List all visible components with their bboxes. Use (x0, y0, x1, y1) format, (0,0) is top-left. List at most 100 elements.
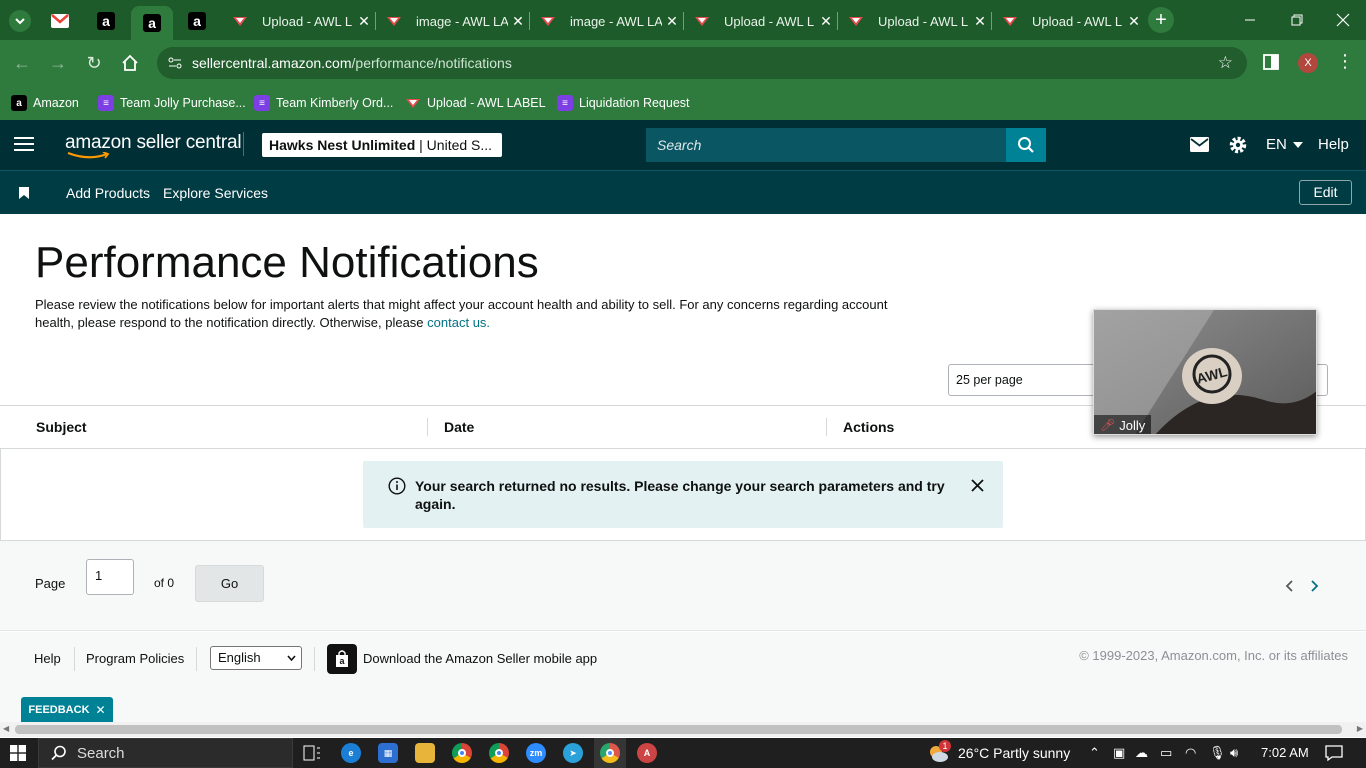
address-bar[interactable]: sellercentral.amazon.com/performance/not… (157, 47, 1247, 79)
bookmark-upload-awl[interactable]: Upload - AWL LABEL (405, 93, 546, 113)
pinned-tab-gmail[interactable] (40, 8, 80, 34)
chevron-up-icon[interactable]: ⌃ (1089, 745, 1100, 761)
tab-image-2[interactable]: image - AWL LA ✕ (530, 6, 682, 36)
close-icon[interactable]: ✕ (508, 13, 528, 30)
messages-button[interactable] (1190, 137, 1209, 157)
search-input[interactable]: Search (646, 128, 1006, 162)
start-button[interactable] (10, 745, 26, 766)
back-button[interactable]: ← (10, 51, 34, 75)
close-icon[interactable] (971, 479, 984, 492)
footer-program-policies-link[interactable]: Program Policies (86, 651, 184, 666)
tab-title: Upload - AWL L (878, 13, 969, 29)
hamburger-menu-button[interactable] (14, 136, 34, 157)
bookmark-amazon[interactable]: a Amazon (11, 93, 79, 113)
column-subject[interactable]: Subject (36, 419, 87, 435)
cloud-icon[interactable]: ☁ (1135, 745, 1148, 761)
nav-add-products[interactable]: Add Products (66, 185, 150, 201)
help-link[interactable]: Help (1318, 136, 1349, 153)
pinned-tab-amazon-2[interactable]: a (177, 8, 217, 34)
notifications-button[interactable] (1325, 744, 1343, 767)
tab-upload-1[interactable]: Upload - AWL L ✕ (222, 6, 374, 36)
store-icon[interactable]: ▦ (378, 743, 398, 763)
close-icon[interactable]: ✕ (354, 13, 374, 30)
amazon-smile-icon (67, 152, 110, 159)
close-window-button[interactable] (1333, 10, 1353, 30)
new-tab-button[interactable]: + (1148, 7, 1174, 33)
go-button[interactable]: Go (195, 565, 264, 602)
account-switcher[interactable]: Hawks Nest Unlimited | United S... (262, 133, 502, 157)
forward-button[interactable]: → (46, 51, 70, 75)
search-button[interactable] (1006, 128, 1046, 162)
scrollbar-thumb[interactable] (15, 725, 1342, 734)
tab-upload-3[interactable]: Upload - AWL L ✕ (838, 6, 990, 36)
star-icon[interactable]: ☆ (1218, 53, 1233, 73)
awl-app-icon[interactable]: A (637, 743, 657, 763)
column-date[interactable]: Date (444, 419, 474, 435)
pinned-tab-amazon-1[interactable]: a (86, 8, 126, 34)
home-button[interactable] (118, 51, 142, 75)
footer-app-link[interactable]: Download the Amazon Seller mobile app (363, 651, 597, 666)
file-explorer-icon[interactable] (415, 743, 435, 763)
weather-text[interactable]: 26°C Partly sunny (958, 745, 1070, 761)
chrome-icon[interactable] (452, 743, 472, 763)
bookmark-nav-button[interactable] (19, 186, 29, 204)
page-label: Page (35, 576, 66, 591)
restore-button[interactable] (1287, 10, 1307, 30)
reload-button[interactable]: ↻ (82, 51, 106, 75)
close-icon[interactable]: ✕ (970, 13, 990, 30)
battery-icon[interactable]: ▭ (1160, 745, 1172, 761)
feedback-tab[interactable]: FEEDBACK ✕ (21, 697, 113, 722)
taskbar-search[interactable]: Search (38, 738, 293, 768)
telegram-icon[interactable]: ➤ (563, 743, 583, 763)
browser-menu-button[interactable]: ⋮ (1336, 52, 1354, 70)
volume-icon[interactable]: 🔊︎ (1230, 745, 1238, 761)
scroll-left-icon[interactable]: ◀ (3, 724, 9, 733)
video-call-tile[interactable]: AWL 🎤︎ Jolly (1093, 309, 1317, 435)
footer-language-select[interactable]: English (210, 646, 302, 670)
tab-upload-4[interactable]: Upload - AWL L ✕ (992, 6, 1144, 36)
task-view-icon[interactable] (302, 743, 322, 763)
contact-us-link[interactable]: contact us. (427, 315, 490, 330)
close-icon[interactable]: ✕ (662, 13, 682, 30)
language-selector[interactable]: EN (1266, 136, 1303, 153)
close-icon[interactable]: ✕ (1124, 13, 1144, 30)
scroll-right-icon[interactable]: ▶ (1357, 724, 1363, 733)
caret-down-icon (1292, 141, 1303, 148)
zoom-icon[interactable]: zm (526, 743, 546, 763)
camera-icon[interactable]: ▣ (1113, 745, 1125, 761)
chevron-right-icon[interactable] (1309, 580, 1319, 592)
bookmark-liquidation[interactable]: ≡ Liquidation Request (557, 93, 690, 113)
bookmark-icon (19, 187, 29, 199)
seller-central-logo[interactable]: amazon seller central (65, 132, 242, 159)
marketplace-name: | United S... (419, 137, 493, 153)
weather-icon[interactable]: 1 (927, 740, 951, 764)
footer-help-link[interactable]: Help (34, 651, 61, 666)
pinned-tab-amazon-active[interactable]: a (131, 6, 173, 40)
wifi-icon[interactable]: ◠ (1185, 745, 1196, 761)
close-icon[interactable]: ✕ (96, 703, 106, 717)
horizontal-scrollbar[interactable]: ◀ ▶ (0, 722, 1366, 737)
microphone-icon[interactable]: 🎙︎ (1209, 745, 1226, 761)
seller-app-icon[interactable]: a (327, 644, 357, 674)
profile-avatar[interactable]: X (1298, 53, 1318, 73)
chrome-profile-icon[interactable] (489, 743, 509, 763)
clock[interactable]: 7:02 AM (1261, 745, 1309, 760)
tab-upload-2[interactable]: Upload - AWL L ✕ (684, 6, 836, 36)
page-number-input[interactable]: 1 (86, 559, 134, 595)
chevron-left-icon[interactable] (1285, 580, 1295, 592)
edit-nav-button[interactable]: Edit (1299, 180, 1352, 205)
bookmark-team-kimberly[interactable]: ≡ Team Kimberly Ord... (254, 93, 393, 113)
close-icon[interactable]: ✕ (816, 13, 836, 30)
info-icon (388, 477, 406, 495)
tab-search-button[interactable] (0, 8, 40, 34)
nav-explore-services[interactable]: Explore Services (163, 185, 268, 201)
tab-image-1[interactable]: image - AWL LA ✕ (376, 6, 528, 36)
minimize-button[interactable] (1240, 10, 1260, 30)
side-panel-button[interactable] (1262, 53, 1280, 76)
bookmark-team-jolly[interactable]: ≡ Team Jolly Purchase... (98, 93, 246, 113)
alert-message: Your search returned no results. Please … (415, 478, 945, 512)
edge-icon[interactable]: e (341, 743, 361, 763)
forms-icon: ≡ (557, 95, 573, 111)
settings-button[interactable] (1228, 135, 1248, 160)
site-info-icon[interactable] (167, 55, 183, 76)
